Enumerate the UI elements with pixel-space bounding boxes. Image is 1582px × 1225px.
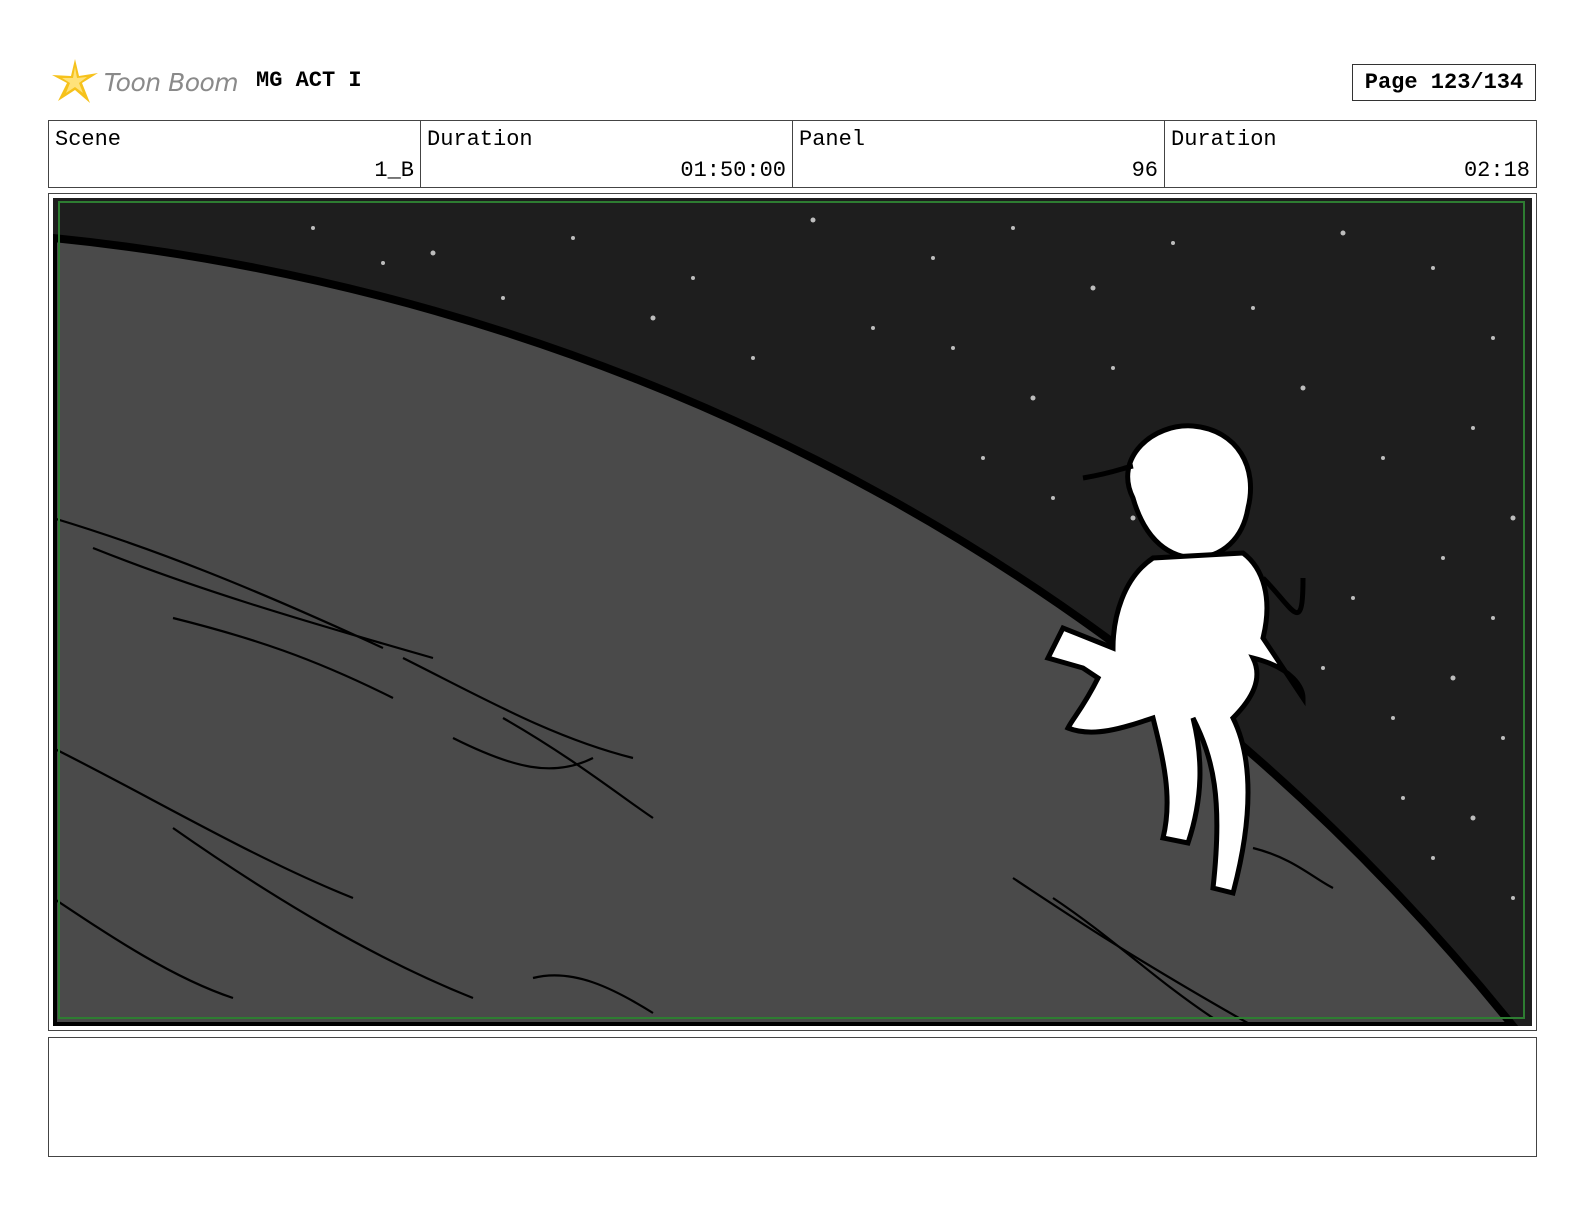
page-number: Page 123/134 xyxy=(1352,64,1536,101)
panel-artwork xyxy=(53,198,1532,1026)
scene-value: 1_B xyxy=(374,158,414,183)
logo-text: Toon Boom xyxy=(104,67,239,97)
notes-box[interactable] xyxy=(48,1037,1537,1157)
panel-duration-value: 02:18 xyxy=(1463,158,1530,183)
panel-label: Panel xyxy=(799,127,866,152)
scene-duration-value: 01:50:00 xyxy=(680,158,786,183)
panel-value: 96 xyxy=(1131,158,1158,183)
scene-duration-label: Duration xyxy=(427,127,533,152)
scene-info-table: Scene 1_B Duration 01:50:00 Panel 96 Dur… xyxy=(48,120,1537,188)
document-title: MG ACT I xyxy=(256,68,362,93)
scene-duration-cell: Duration 01:50:00 xyxy=(421,121,793,187)
panel-duration-cell: Duration 02:18 xyxy=(1165,121,1536,187)
panel-cell: Panel 96 xyxy=(793,121,1165,187)
scene-cell: Scene 1_B xyxy=(49,121,421,187)
panel-duration-label: Duration xyxy=(1171,127,1277,152)
scene-label: Scene xyxy=(55,127,122,152)
toon-boom-logo: Toon Boom xyxy=(50,56,239,108)
sparkle-star-icon xyxy=(52,59,98,103)
storyboard-panel xyxy=(48,193,1537,1031)
